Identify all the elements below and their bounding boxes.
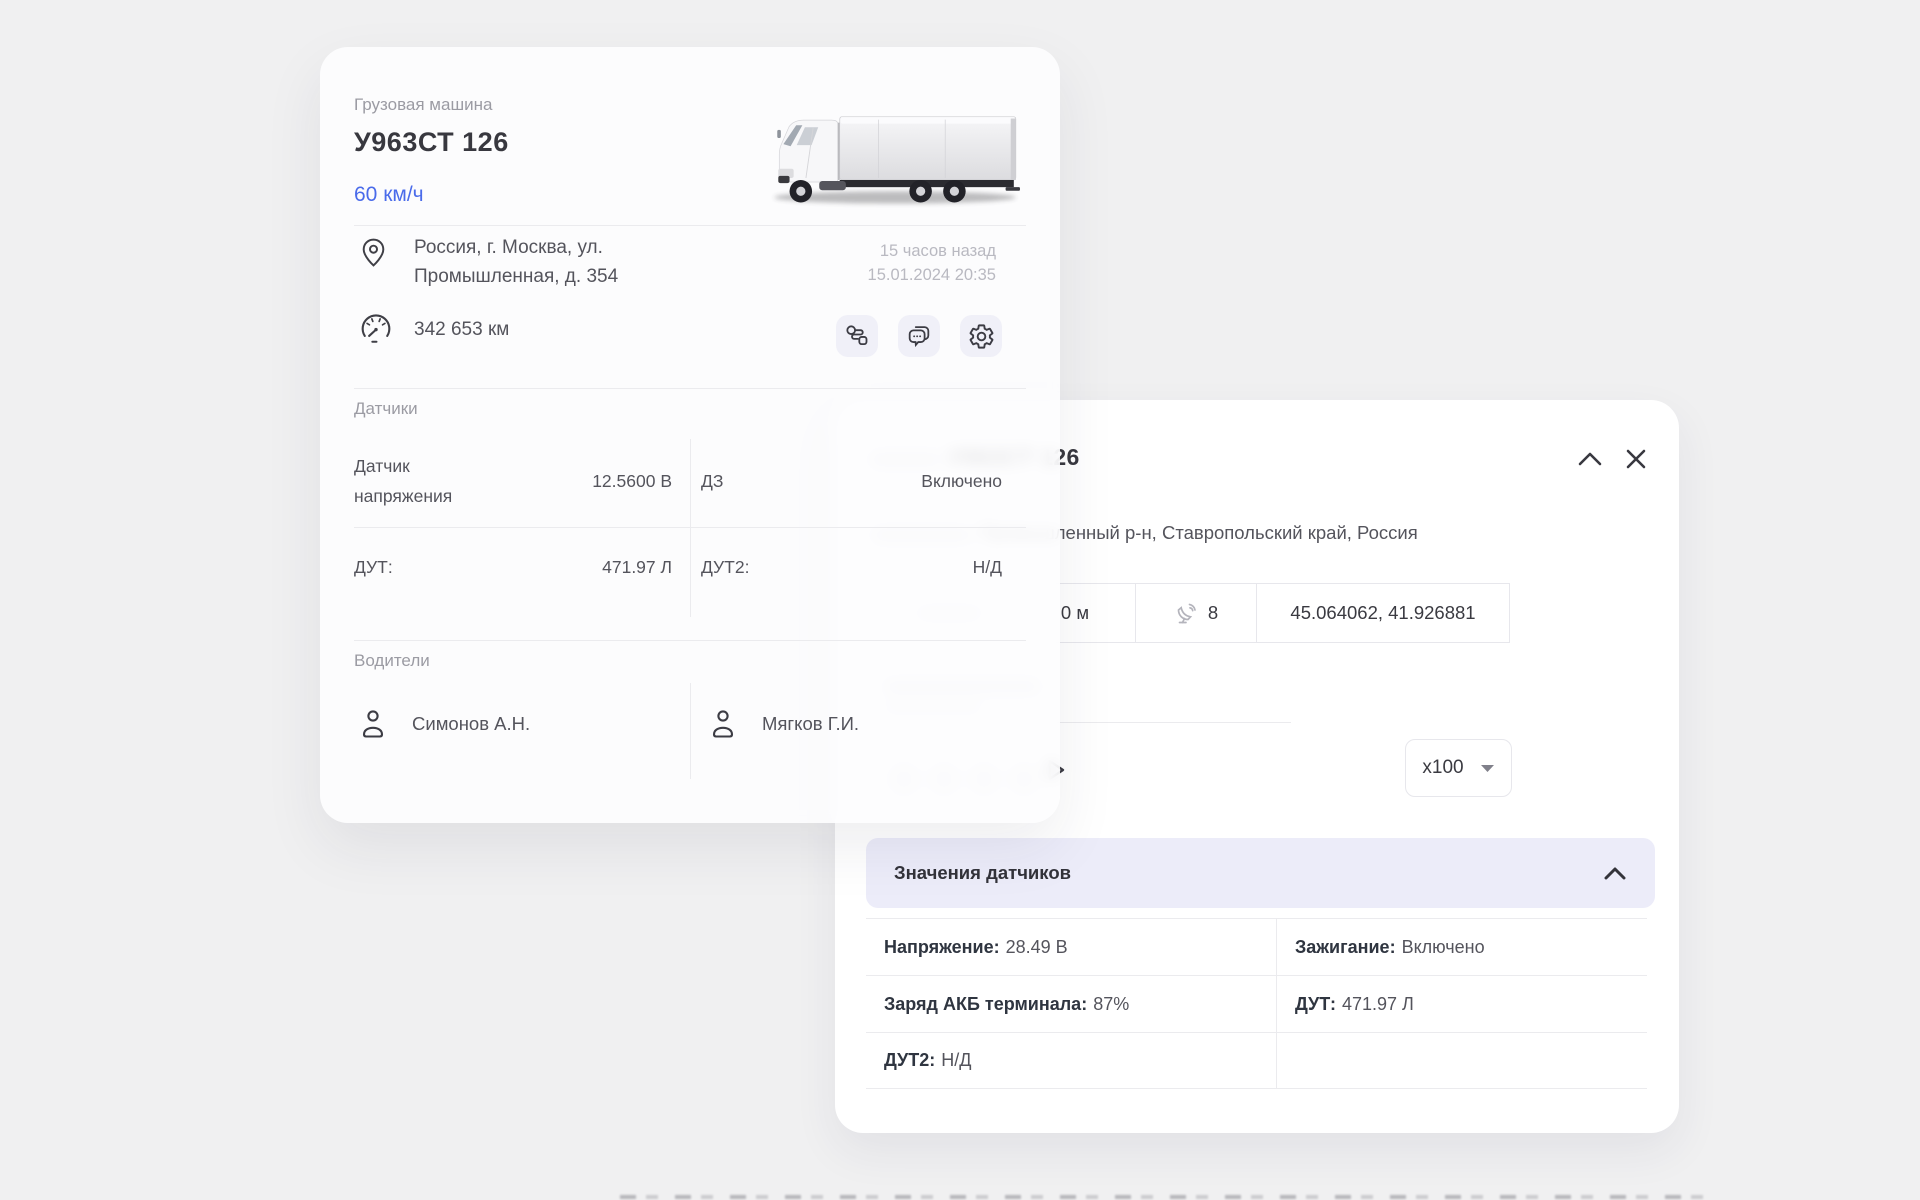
coordinates-value: 45.064062, 41.926881 [1290,602,1475,624]
divider [354,527,1026,528]
sensor-values-title: Значения датчиков [894,862,1071,884]
route-button[interactable] [836,315,878,357]
divider [354,225,1026,226]
close-icon [1624,447,1648,471]
person-icon [358,707,388,741]
chat-icon [905,322,933,350]
sensor-cell: ДУТ2: Н/Д [701,531,1002,603]
sensors-section-title: Датчики [354,399,418,419]
sensor-cell: ДЗ Включено [701,437,1002,525]
collapse-button[interactable] [1575,444,1605,474]
sensor-cell: Датчик напряжения 12.5600 В [354,437,672,525]
sensor-table-row: ДУТ2:Н/Д [866,1032,1647,1089]
chat-button[interactable] [898,315,940,357]
close-button[interactable] [1621,444,1651,474]
last-update-timestamp: 15.01.2024 20:35 [868,263,996,287]
sensor-table-row: Напряжение:28.49 В Зажигание:Включено [866,918,1647,975]
vehicle-type-label: Грузовая машина [354,95,492,115]
sensor-value: 471.97 Л [602,557,672,578]
sensor-table-cell [1276,1033,1647,1088]
gear-icon [968,323,995,350]
altitude-value: 0 м [1061,602,1089,624]
sensor-value: Н/Д [973,557,1002,578]
vehicle-speed: 60 км/ч [354,183,424,207]
stat-box-coordinates: 45.064062, 41.926881 [1256,583,1510,643]
driver-item: Мягков Г.И. [708,707,859,741]
sensor-table-cell: ДУТ2:Н/Д [866,1033,1276,1088]
driver-name: Мягков Г.И. [762,713,859,735]
divider [354,388,1026,389]
person-icon [708,707,738,741]
vehicle-address: Россия, г. Москва, ул. Промышленная, д. … [414,233,618,291]
divider [690,683,691,779]
last-update-time-ago: 15 часов назад [868,239,996,263]
vehicle-card: Грузовая машина У963СТ 126 60 км/ч [320,47,1060,823]
last-update: 15 часов назад 15.01.2024 20:35 [868,239,996,287]
satellites-count: 8 [1208,602,1218,624]
vehicle-plate: У963СТ 126 [354,127,509,158]
drivers-section-title: Водители [354,651,430,671]
sensor-table-cell: Заряд АКБ терминала:87% [866,976,1276,1032]
sensor-table-row: Заряд АКБ терминала:87% ДУТ:471.97 Л [866,975,1647,1032]
chevron-up-icon [1603,866,1627,880]
sensor-label: ДУТ2: [701,552,749,582]
sensor-table-cell: Зажигание:Включено [1276,919,1647,975]
sensor-label: ДУТ: [354,552,393,582]
route-icon [844,323,871,350]
chevron-down-icon [1480,764,1495,773]
screen: У963СТ 126 Промышленный р-н, Ставропольс… [0,0,1920,1200]
sensor-table-cell: ДУТ:471.97 Л [1276,976,1647,1032]
chevron-up-icon [1576,450,1604,468]
odometer-icon [358,311,394,345]
location-pin-icon [360,237,387,268]
sensor-values-header[interactable]: Значения датчиков [866,838,1655,908]
stat-box-satellites: 8 [1135,583,1257,643]
sensor-label: ДЗ [701,466,723,496]
satellite-icon [1174,601,1198,625]
sensor-table-cell: Напряжение:28.49 В [866,919,1276,975]
driver-item: Симонов А.Н. [358,707,530,741]
odometer-value: 342 653 км [414,319,509,341]
divider [690,439,691,617]
playback-speed-value: x100 [1422,757,1463,779]
divider [354,640,1026,641]
sensor-label: Датчик напряжения [354,451,504,511]
sensor-cell: ДУТ: 471.97 Л [354,531,672,603]
truck-image [766,109,1022,209]
sensor-value: Включено [921,471,1002,492]
sensor-value: 12.5600 В [592,471,672,492]
playback-speed-select[interactable]: x100 [1405,739,1512,797]
sensor-values-table: Напряжение:28.49 В Зажигание:Включено За… [866,918,1647,1089]
settings-button[interactable] [960,315,1002,357]
driver-name: Симонов А.Н. [412,713,530,735]
cut-off-bottom-content [620,1195,1710,1199]
